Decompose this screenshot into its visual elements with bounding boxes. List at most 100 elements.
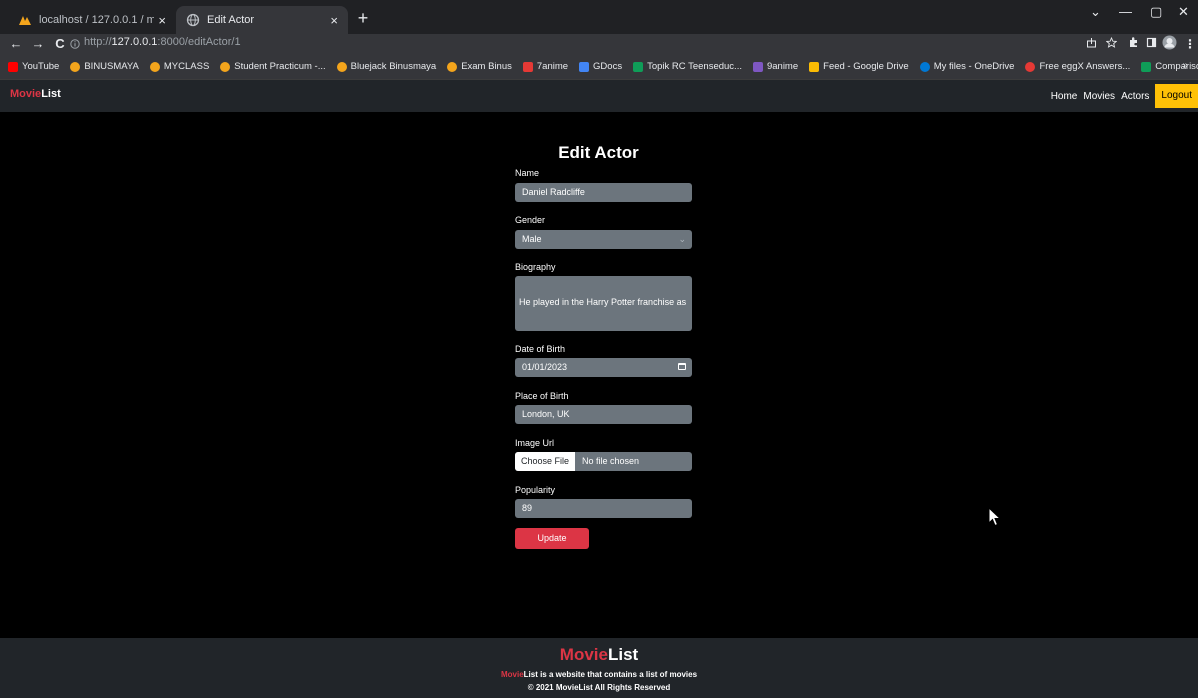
biography-label: Biography [515,262,556,272]
no-file-text: No file chosen [582,456,640,466]
bookmarks-overflow-button[interactable]: » [1182,60,1188,71]
bookmark-item[interactable]: MYCLASS [149,61,210,72]
browser-tab-strip: localhost / 127.0.0.1 / movielist_d × Ed… [0,0,1198,34]
footer-desc-red: Movie [500,670,524,679]
reload-icon[interactable]: C [52,36,68,51]
new-tab-button[interactable]: + [352,8,374,29]
gender-label: Gender [515,215,546,225]
popularity-input[interactable]: 89 [515,499,692,518]
onedrive-icon [919,61,930,72]
nav-home[interactable]: Home [1051,91,1078,102]
name-input[interactable]: Daniel Radcliffe [515,183,692,202]
bookmark-item[interactable]: Comparison Table -... [1141,61,1198,72]
bookmark-label: 7anime [536,61,569,72]
gender-select[interactable]: Male ⌄ [515,230,692,249]
forward-icon[interactable]: → [30,36,46,51]
sheets-icon [633,61,644,72]
page-title: Edit Actor [558,143,639,162]
bookmark-item[interactable]: YouTube [8,61,59,72]
youtube-icon [8,61,18,72]
minimize-icon[interactable]: — [1119,4,1132,19]
bookmark-label: YouTube [22,61,60,72]
bookmark-label: Topik RC Teenseduc... [647,61,742,72]
gender-selected-value: Male [522,234,542,244]
share-icon[interactable] [1086,37,1097,48]
edit-actor-form: Edit Actor Name Daniel Radcliffe Gender … [515,143,692,549]
popularity-label: Popularity [515,485,556,495]
tab-edit-actor[interactable]: Edit Actor × [176,6,348,34]
tab-close-icon[interactable]: × [330,13,338,28]
footer-copyright: © 2021 MovieList All Rights Reserved [527,683,671,692]
close-window-icon[interactable]: ✕ [1178,4,1189,20]
maximize-icon[interactable]: ▢ [1150,4,1162,20]
bookmark-item[interactable]: Student Practicum -... [220,61,326,72]
footer-desc-rest: List is a website that contains a list o… [523,670,698,679]
site-navbar: MovieList Home Movies Actors Logout [0,80,1198,112]
phpmyadmin-icon [19,16,31,25]
bookmark-item[interactable]: 9anime [752,61,798,72]
footer-brand: MovieList [0,645,1198,665]
brand-part-red: Movie [10,88,42,100]
bookmark-label: MYCLASS [163,61,210,72]
bookmark-item[interactable]: My files - OneDrive [919,61,1014,72]
calendar-icon[interactable] [678,363,686,370]
bookmark-label: Bluejack Binusmaya [350,61,437,72]
binus-icon [70,61,81,72]
logout-button[interactable]: Logout [1155,84,1198,108]
brand-logo[interactable]: MovieList [10,88,61,100]
info-icon[interactable] [70,39,80,49]
name-label: Name [515,168,540,178]
side-panel-icon[interactable] [1146,37,1157,48]
bookmark-label: Exam Binus [461,61,512,72]
binus-icon [447,61,458,72]
bookmark-item[interactable]: BINUSMAYA [70,61,139,72]
chevron-down-icon: ⌄ [678,234,686,244]
bookmarks-bar: YouTube BINUSMAYA MYCLASS Student Practi… [0,54,1198,80]
choose-file-button[interactable]: Choose File [515,452,576,471]
profile-avatar-icon[interactable] [1162,35,1177,50]
bookmark-item[interactable]: GDocs [579,61,622,72]
bookmark-item[interactable]: Feed - Google Drive [809,61,909,72]
nav-actors[interactable]: Actors [1121,91,1149,102]
address-bar[interactable]: http://127.0.0.1:8000/editActor/1 [84,36,241,48]
bookmark-item[interactable]: Exam Binus [447,61,512,72]
chegg-icon [1025,61,1036,72]
bookmark-item[interactable]: 7anime [522,61,569,72]
bookmark-label: BINUSMAYA [84,61,139,72]
bookmark-star-icon[interactable] [1106,37,1117,48]
pob-input[interactable]: London, UK [515,405,692,424]
dob-input[interactable]: 01/01/2023 [515,358,692,377]
biography-textarea[interactable]: He played in the Harry Potter franchise … [515,276,692,331]
url-host: 127.0.0.1 [111,36,158,48]
mouse-cursor-icon [988,507,1002,527]
bookmark-item[interactable]: Bluejack Binusmaya [336,61,437,72]
browser-toolbar: ← → C http://127.0.0.1:8000/editActor/1 … [0,34,1198,54]
sheets-icon [1141,61,1152,72]
bookmark-label: Student Practicum -... [234,61,326,72]
tab-search-icon[interactable]: ⌄ [1090,4,1101,20]
dob-label: Date of Birth [515,344,566,354]
pob-label: Place of Birth [515,391,569,401]
play-icon [752,61,763,72]
menu-kebab-icon[interactable]: ⋮ [1184,37,1196,51]
bookmark-item[interactable]: Topik RC Teenseduc... [633,61,742,72]
url-prefix: http:// [84,36,112,48]
binus-icon [336,61,347,72]
tab-title: Edit Actor [207,14,255,26]
footer-brand-red: Movie [559,645,608,664]
tab-title: localhost / 127.0.0.1 / movielist_d [39,14,155,26]
url-path: :8000/editActor/1 [157,36,241,48]
back-icon[interactable]: ← [8,36,24,51]
dob-value: 01/01/2023 [522,362,568,372]
image-file-input[interactable]: Choose File No file chosen [515,452,692,471]
nav-links: Home Movies Actors Logout [1051,84,1198,108]
footer-description: MovieList is a website that contains a l… [0,670,1198,679]
nav-movies[interactable]: Movies [1083,91,1115,102]
bookmark-label: Comparison Table -... [1155,61,1198,72]
update-button[interactable]: Update [515,528,589,549]
bookmark-item[interactable]: Free eggX Answers... [1025,61,1130,72]
tab-phpmyadmin[interactable]: localhost / 127.0.0.1 / movielist_d × [8,6,176,34]
extensions-icon[interactable] [1128,37,1139,48]
brand-part-white: List [41,88,61,100]
tab-close-icon[interactable]: × [158,13,166,28]
